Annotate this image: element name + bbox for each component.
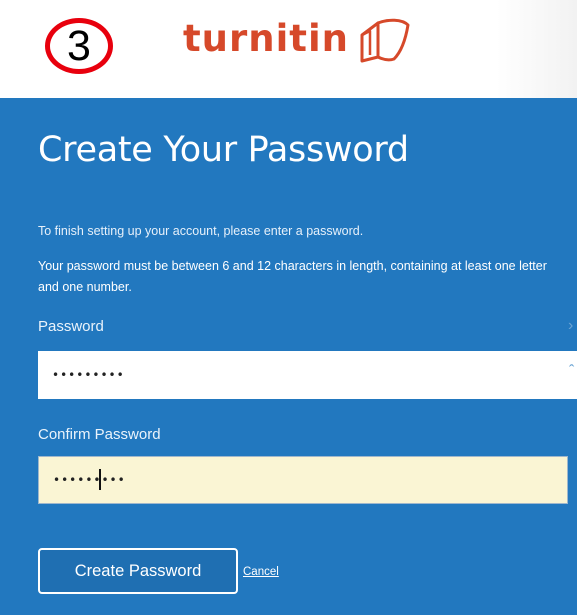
turnitin-mark-icon xyxy=(360,18,410,63)
text-cursor xyxy=(99,469,101,490)
page-title: Create Your Password xyxy=(38,130,409,170)
password-requirement-text: Your password must be between 6 and 12 c… xyxy=(38,259,547,294)
password-label: Password xyxy=(38,318,104,335)
create-password-button[interactable]: Create Password xyxy=(38,548,238,594)
turnitin-logo-text: turnitin xyxy=(183,17,350,60)
step-number-badge: 3 xyxy=(45,18,113,74)
password-field[interactable] xyxy=(38,351,577,399)
page-header: 3 turnitin xyxy=(0,0,577,98)
chevron-right-icon: › xyxy=(568,317,574,334)
create-password-panel: Create Your Password To finish setting u… xyxy=(0,98,577,615)
confirm-password-field[interactable] xyxy=(38,456,568,504)
instruction-text: To finish setting up your account, pleas… xyxy=(38,224,364,238)
confirm-password-label: Confirm Password xyxy=(38,426,161,443)
chevron-up-icon: ˆ xyxy=(569,363,575,380)
cancel-link[interactable]: Cancel xyxy=(243,566,279,578)
